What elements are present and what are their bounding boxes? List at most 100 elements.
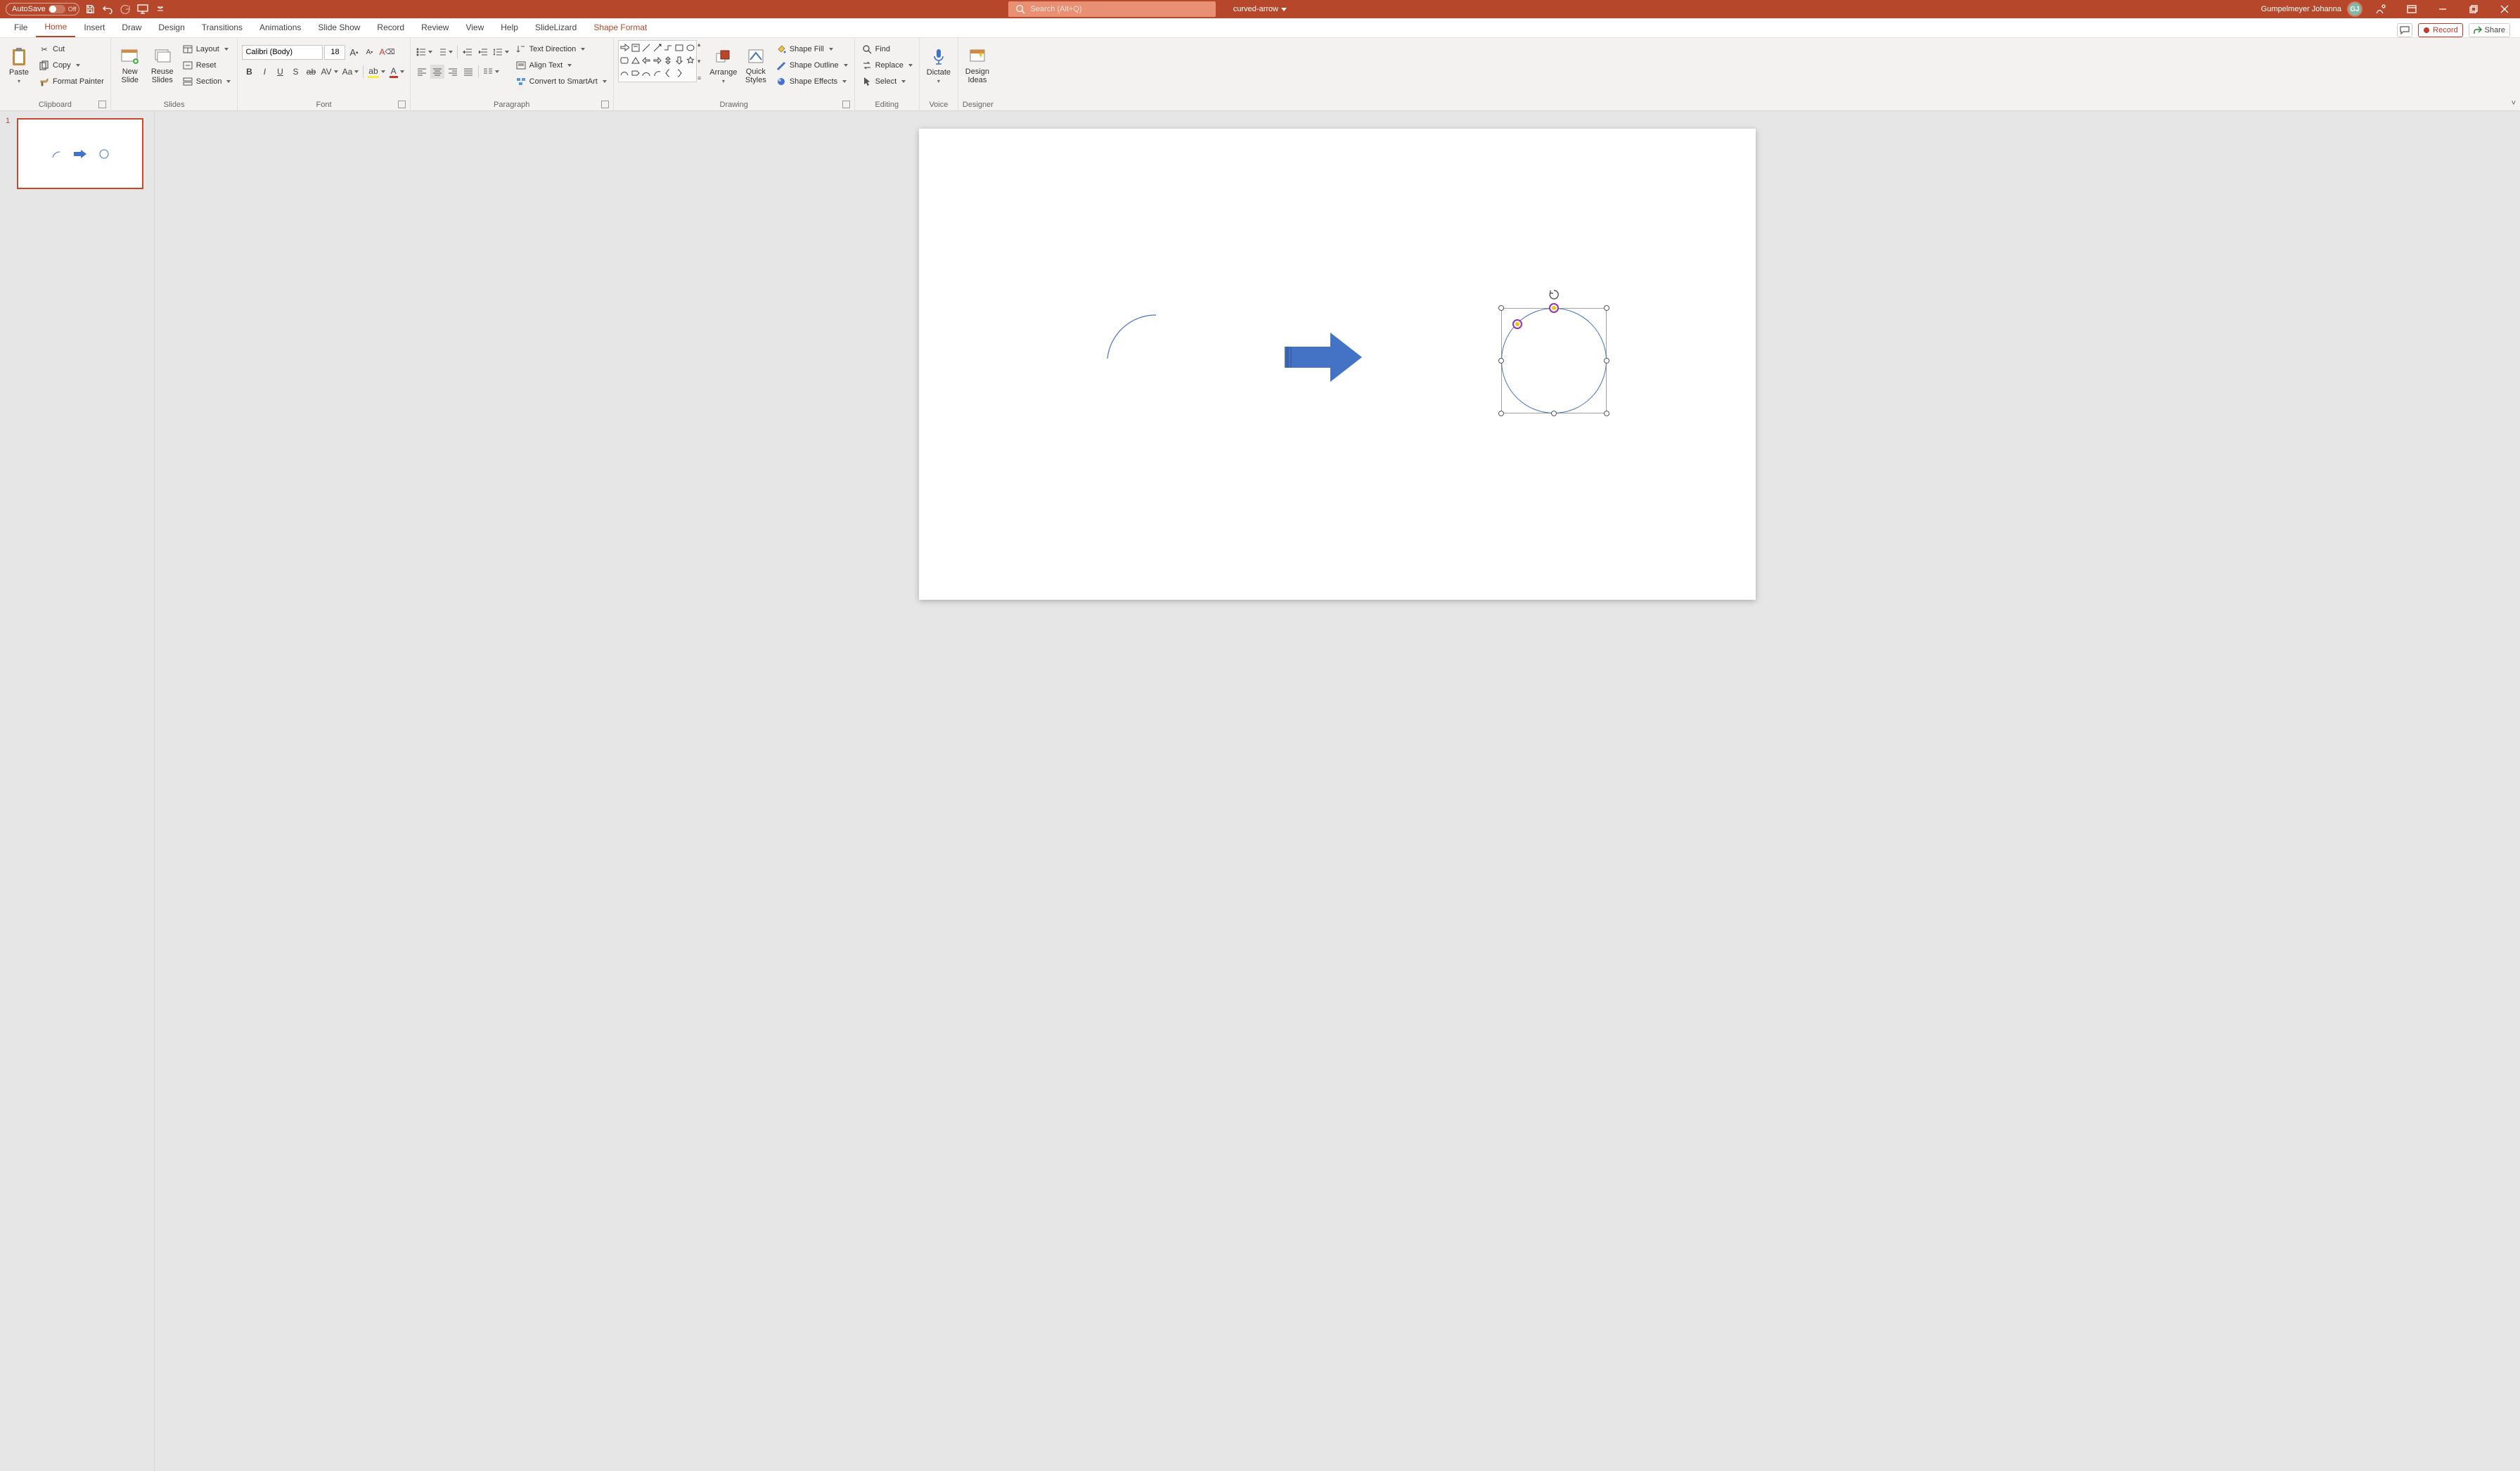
font-name-input[interactable] bbox=[242, 45, 323, 60]
section-button[interactable]: Section bbox=[180, 74, 233, 89]
decrease-font-size-button[interactable]: A▾ bbox=[362, 45, 376, 59]
tab-design[interactable]: Design bbox=[150, 18, 193, 37]
highlight-color-button[interactable]: ab bbox=[366, 65, 386, 79]
shape-triangle-icon[interactable] bbox=[630, 54, 641, 66]
strikethrough-button[interactable]: ab bbox=[304, 65, 318, 79]
character-spacing-button[interactable]: AV bbox=[319, 65, 339, 79]
shape-outline-button[interactable]: Shape Outline bbox=[773, 58, 850, 73]
tab-review[interactable]: Review bbox=[413, 18, 457, 37]
shape-effects-button[interactable]: Shape Effects bbox=[773, 74, 850, 89]
quick-styles-button[interactable]: Quick Styles bbox=[741, 40, 771, 91]
shape-line-arrow-icon[interactable] bbox=[652, 41, 663, 53]
shape-arc-icon[interactable] bbox=[652, 67, 663, 79]
line-spacing-button[interactable] bbox=[491, 45, 510, 59]
maximize-button[interactable] bbox=[2461, 0, 2486, 18]
tab-draw[interactable]: Draw bbox=[113, 18, 150, 37]
search-input[interactable]: Search (Alt+Q) bbox=[1008, 1, 1216, 17]
italic-button[interactable]: I bbox=[257, 65, 271, 79]
find-button[interactable]: Find bbox=[859, 41, 915, 57]
tab-home[interactable]: Home bbox=[36, 18, 75, 37]
shapes-gallery-scroll[interactable]: ▴▾≡ bbox=[698, 40, 706, 82]
resize-handle-w[interactable] bbox=[1498, 358, 1504, 364]
cut-button[interactable]: ✂ Cut bbox=[37, 41, 106, 57]
align-text-button[interactable]: Align Text bbox=[513, 58, 609, 73]
shape-curve-icon[interactable] bbox=[641, 67, 652, 79]
user-avatar[interactable]: GJ bbox=[2347, 1, 2362, 17]
tab-help[interactable]: Help bbox=[492, 18, 527, 37]
design-ideas-button[interactable]: Design Ideas bbox=[963, 40, 992, 91]
shape-arrow-down-icon[interactable] bbox=[674, 54, 685, 66]
share-button[interactable]: Share bbox=[2469, 23, 2510, 37]
new-slide-button[interactable]: New Slide bbox=[115, 40, 145, 91]
slide-canvas-area[interactable] bbox=[155, 111, 2520, 1471]
dialog-launcher-icon[interactable] bbox=[98, 101, 106, 108]
redo-icon[interactable] bbox=[118, 2, 132, 16]
align-center-button[interactable] bbox=[430, 65, 444, 79]
bullets-button[interactable] bbox=[415, 45, 434, 59]
tab-slide-show[interactable]: Slide Show bbox=[309, 18, 368, 37]
font-color-button[interactable]: A bbox=[388, 65, 406, 79]
replace-button[interactable]: Replace bbox=[859, 58, 915, 73]
align-right-button[interactable] bbox=[446, 65, 460, 79]
reuse-slides-button[interactable]: Reuse Slides bbox=[148, 40, 177, 91]
resize-handle-ne[interactable] bbox=[1604, 305, 1609, 311]
tab-insert[interactable]: Insert bbox=[75, 18, 113, 37]
record-button[interactable]: Record bbox=[2418, 23, 2462, 37]
resize-handle-s[interactable] bbox=[1551, 411, 1557, 416]
resize-handle-sw[interactable] bbox=[1498, 411, 1504, 416]
close-button[interactable] bbox=[2492, 0, 2517, 18]
save-icon[interactable] bbox=[83, 2, 97, 16]
collapse-ribbon-button[interactable]: ˅ bbox=[2512, 99, 2516, 108]
dialog-launcher-icon[interactable] bbox=[842, 101, 850, 108]
shapes-gallery[interactable] bbox=[618, 40, 697, 82]
paste-button[interactable]: Paste ▾ bbox=[4, 40, 34, 91]
font-size-input[interactable] bbox=[324, 45, 345, 60]
resize-handle-e[interactable] bbox=[1604, 358, 1609, 364]
select-button[interactable]: Select bbox=[859, 74, 915, 89]
resize-handle-nw[interactable] bbox=[1498, 305, 1504, 311]
tab-shape-format[interactable]: Shape Format bbox=[585, 18, 655, 37]
comments-button[interactable] bbox=[2397, 23, 2412, 37]
shape-fill-button[interactable]: Shape Fill bbox=[773, 41, 850, 57]
increase-indent-button[interactable] bbox=[476, 45, 490, 59]
tab-record[interactable]: Record bbox=[368, 18, 413, 37]
text-direction-button[interactable]: Text Direction bbox=[513, 41, 609, 57]
shape-connector-icon[interactable] bbox=[663, 41, 674, 53]
qat-customize-icon[interactable] bbox=[153, 2, 167, 16]
minimize-button[interactable] bbox=[2430, 0, 2455, 18]
tab-transitions[interactable]: Transitions bbox=[193, 18, 251, 37]
numbering-button[interactable] bbox=[435, 45, 454, 59]
tab-animations[interactable]: Animations bbox=[251, 18, 309, 37]
autosave-toggle[interactable]: AutoSave Off bbox=[6, 3, 79, 15]
dialog-launcher-icon[interactable] bbox=[601, 101, 609, 108]
selected-shape-bounding-box[interactable] bbox=[1501, 308, 1607, 413]
shape-oval-icon[interactable] bbox=[685, 41, 695, 53]
resize-handle-se[interactable] bbox=[1604, 411, 1609, 416]
clear-formatting-button[interactable]: A⌫ bbox=[378, 45, 396, 59]
shape-arrow-left-icon[interactable] bbox=[641, 54, 652, 66]
document-title[interactable]: curved-arrow bbox=[1233, 5, 1287, 13]
autosave-switch[interactable] bbox=[49, 5, 65, 13]
shape-line-icon[interactable] bbox=[641, 41, 652, 53]
shape-brace-right-icon[interactable] bbox=[674, 67, 685, 79]
tab-file[interactable]: File bbox=[6, 18, 36, 37]
coming-soon-icon[interactable] bbox=[2368, 0, 2393, 18]
reset-button[interactable]: Reset bbox=[180, 58, 233, 73]
adjustment-handle-angle[interactable] bbox=[1512, 319, 1522, 329]
ribbon-display-options-icon[interactable] bbox=[2399, 0, 2424, 18]
slide[interactable] bbox=[919, 129, 1756, 600]
bold-button[interactable]: B bbox=[242, 65, 256, 79]
rotate-handle[interactable] bbox=[1548, 289, 1560, 300]
user-name[interactable]: Gumpelmeyer Johanna bbox=[2261, 5, 2341, 13]
convert-to-smartart-button[interactable]: Convert to SmartArt bbox=[513, 74, 609, 89]
shape-rounded-rect-icon[interactable] bbox=[619, 54, 630, 66]
align-left-button[interactable] bbox=[415, 65, 429, 79]
slide-thumbnail[interactable]: 1 bbox=[7, 118, 147, 189]
dictate-button[interactable]: Dictate ▾ bbox=[924, 40, 953, 91]
shape-arrow-right2-icon[interactable] bbox=[652, 54, 663, 66]
undo-icon[interactable] bbox=[101, 2, 115, 16]
right-arrow-shape[interactable] bbox=[1285, 333, 1362, 382]
underline-button[interactable]: U bbox=[273, 65, 287, 79]
shape-freeform-icon[interactable] bbox=[619, 67, 630, 79]
shape-rectangle-icon[interactable] bbox=[674, 41, 685, 53]
